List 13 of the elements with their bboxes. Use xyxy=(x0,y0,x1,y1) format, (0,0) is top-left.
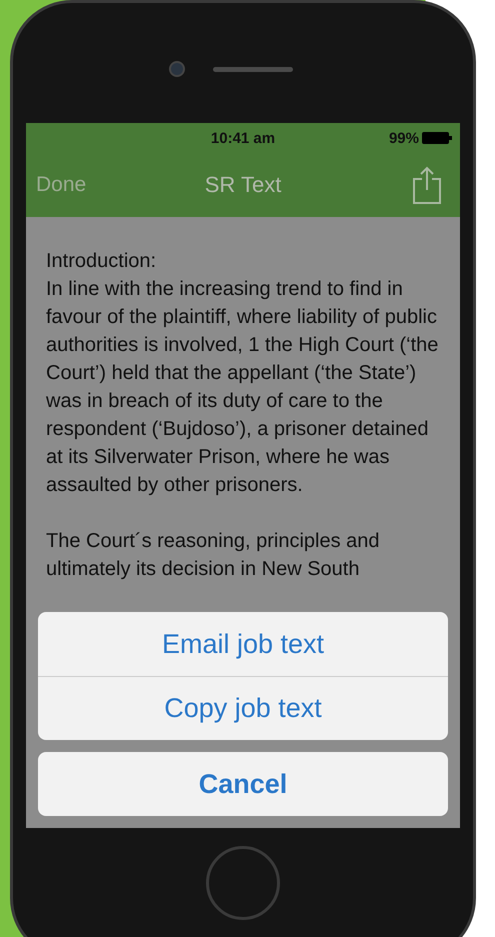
battery-icon xyxy=(422,132,452,144)
document-paragraph: The Court´s reasoning, principles and ultimately its decision in New South xyxy=(46,529,381,582)
cancel-button[interactable]: Cancel xyxy=(38,752,448,816)
done-button[interactable]: Done xyxy=(36,173,86,197)
document-paragraph: Introduction: In line with the increasing trend to find in favour of the plaintiff, where liability of public authorities is involved, 1 the High Court (‘the Court’) held that the appellant (‘the State’) was in breach of its duty of care to the respondent (‘Bujdoso’), a prisoner detained at its Silverwater Prison, where he was assaulted by other prisoners. xyxy=(46,249,440,498)
screen-title: SR Text xyxy=(204,172,282,198)
home-button[interactable] xyxy=(206,846,280,920)
battery-percent: 99% xyxy=(388,130,419,146)
action-button[interactable]: Email job text xyxy=(38,612,448,676)
camera-icon xyxy=(169,61,185,77)
action-button[interactable]: Copy job text xyxy=(38,676,448,740)
status-time: 10:41 am xyxy=(210,130,276,146)
share-icon[interactable] xyxy=(412,166,442,204)
